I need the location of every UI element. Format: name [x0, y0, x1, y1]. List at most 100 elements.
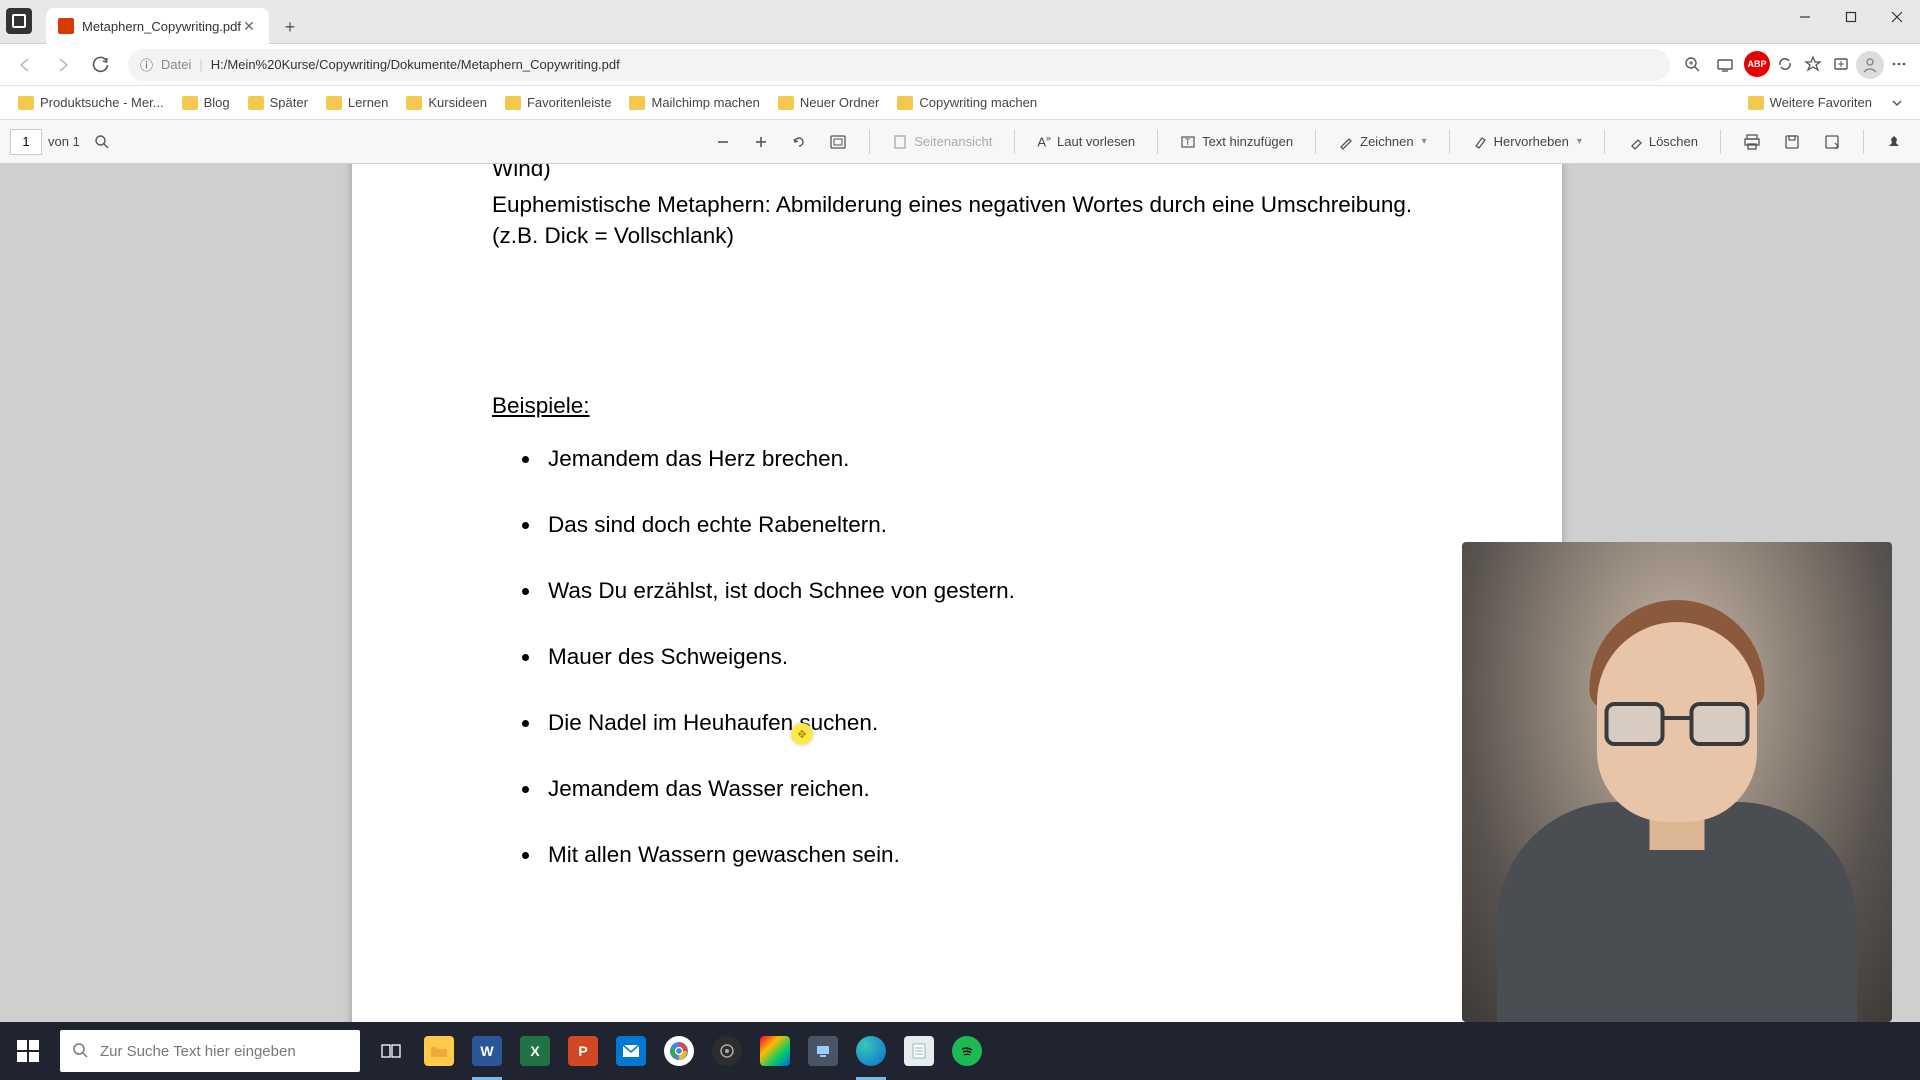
- tab-title: Metaphern_Copywriting.pdf: [82, 19, 241, 34]
- taskbar: Zur Suche Text hier eingeben W X P: [0, 1022, 1920, 1080]
- erase-button[interactable]: Löschen: [1619, 130, 1706, 154]
- task-view-button[interactable]: [368, 1022, 414, 1080]
- highlight-button[interactable]: Hervorheben ▾: [1464, 130, 1590, 154]
- powerpoint-button[interactable]: P: [560, 1022, 606, 1080]
- highlight-icon: [1472, 134, 1488, 150]
- bookmark-item[interactable]: Produktsuche - Mer...: [10, 91, 172, 114]
- excel-button[interactable]: X: [512, 1022, 558, 1080]
- bookmark-item[interactable]: Blog: [174, 91, 238, 114]
- arrow-left-icon: [16, 56, 34, 74]
- svg-text:T: T: [1185, 137, 1191, 147]
- notepad-icon: [911, 1042, 927, 1060]
- rotate-icon: [791, 134, 807, 150]
- screen-icon: [815, 1043, 831, 1059]
- zoom-out-button[interactable]: [707, 130, 739, 154]
- start-button[interactable]: [0, 1022, 56, 1080]
- maximize-icon: [1845, 11, 1857, 23]
- notepad-button[interactable]: [896, 1022, 942, 1080]
- edge-button[interactable]: [848, 1022, 894, 1080]
- pdf-page: Wind) Euphemistische Metaphern: Abmilder…: [352, 164, 1562, 1022]
- send-to-device-icon[interactable]: [1712, 52, 1738, 78]
- info-icon: ⓘ: [140, 55, 153, 74]
- file-explorer-button[interactable]: [416, 1022, 462, 1080]
- bookmark-item[interactable]: Lernen: [318, 91, 396, 114]
- fit-page-button[interactable]: [821, 130, 855, 154]
- address-field[interactable]: ⓘ Datei | H:/Mein%20Kurse/Copywriting/Do…: [128, 49, 1670, 81]
- obs-button[interactable]: [704, 1022, 750, 1080]
- folder-icon: [406, 96, 422, 110]
- collections-icon[interactable]: [1828, 51, 1854, 77]
- close-icon: [1891, 11, 1903, 23]
- taskbar-apps: W X P: [368, 1022, 990, 1080]
- bookmarks-overflow-icon[interactable]: [1884, 90, 1910, 116]
- pin-toolbar-button[interactable]: [1878, 130, 1910, 154]
- doc-paragraph: Euphemistische Metaphern: Abmilderung ei…: [492, 190, 1422, 251]
- mail-button[interactable]: [608, 1022, 654, 1080]
- bookmark-item[interactable]: Kursideen: [398, 91, 495, 114]
- bookmark-item[interactable]: Neuer Ordner: [770, 91, 887, 114]
- plus-icon: [753, 134, 769, 150]
- word-button[interactable]: W: [464, 1022, 510, 1080]
- bookmark-item[interactable]: Mailchimp machen: [621, 91, 767, 114]
- find-button[interactable]: [86, 130, 118, 154]
- search-icon: [94, 134, 110, 150]
- taskbar-search[interactable]: Zur Suche Text hier eingeben: [60, 1030, 360, 1072]
- pin-icon: [1886, 134, 1902, 150]
- chevron-down-icon: ▾: [1422, 136, 1427, 147]
- app-button-2[interactable]: [800, 1022, 846, 1080]
- bookmark-item[interactable]: Copywriting machen: [889, 91, 1045, 114]
- zoom-icon[interactable]: [1680, 52, 1706, 78]
- doc-bullet-list: Jemandem das Herz brechen. Das sind doch…: [542, 446, 1422, 868]
- more-menu-icon[interactable]: [1886, 51, 1912, 77]
- folder-icon: [629, 96, 645, 110]
- person-figure: [1507, 592, 1847, 1022]
- save-icon: [1783, 133, 1801, 151]
- app-button-1[interactable]: [752, 1022, 798, 1080]
- tab-strip: Metaphern_Copywriting.pdf ✕ +: [38, 0, 305, 44]
- close-window-button[interactable]: [1874, 0, 1920, 34]
- chrome-button[interactable]: [656, 1022, 702, 1080]
- browser-tab[interactable]: Metaphern_Copywriting.pdf ✕: [46, 8, 269, 44]
- abp-extension-icon[interactable]: ABP: [1744, 51, 1770, 77]
- forward-button[interactable]: [46, 48, 80, 82]
- read-aloud-button[interactable]: A» Laut vorlesen: [1029, 129, 1143, 153]
- folder-icon: [505, 96, 521, 110]
- list-item: Was Du erzählst, ist doch Schnee von ges…: [542, 578, 1422, 604]
- save-as-button[interactable]: [1815, 129, 1849, 155]
- list-item: Mit allen Wassern gewaschen sein.: [542, 842, 1422, 868]
- page-number-input[interactable]: [10, 129, 42, 155]
- minimize-button[interactable]: [1782, 0, 1828, 34]
- draw-button[interactable]: Zeichnen ▾: [1330, 130, 1435, 154]
- pdf-toolbar: von 1 Seitenansicht A» Laut vorlesen T T…: [0, 120, 1920, 164]
- more-favorites[interactable]: Weitere Favoriten: [1740, 91, 1880, 114]
- list-item: Die Nadel im Heuhaufen suchen.: [542, 710, 1422, 736]
- folder-icon: [18, 96, 34, 110]
- bookmark-item[interactable]: Später: [240, 91, 316, 114]
- search-icon: [72, 1042, 90, 1060]
- folder-icon: [897, 96, 913, 110]
- save-button[interactable]: [1775, 129, 1809, 155]
- task-view-icon: [380, 1040, 402, 1062]
- list-item: Mauer des Schweigens.: [542, 644, 1422, 670]
- print-button[interactable]: [1735, 129, 1769, 155]
- save-as-icon: [1823, 133, 1841, 151]
- zoom-in-button[interactable]: [745, 130, 777, 154]
- page-view-button[interactable]: Seitenansicht: [884, 130, 1000, 154]
- rotate-button[interactable]: [783, 130, 815, 154]
- doc-fragment: Wind): [492, 164, 1422, 184]
- spotify-button[interactable]: [944, 1022, 990, 1080]
- close-tab-icon[interactable]: ✕: [241, 18, 257, 34]
- back-button[interactable]: [8, 48, 42, 82]
- window-controls: [1782, 0, 1920, 34]
- bookmark-item[interactable]: Favoritenleiste: [497, 91, 620, 114]
- page-view-icon: [892, 134, 908, 150]
- refresh-button[interactable]: [84, 48, 118, 82]
- folder-icon: [430, 1044, 448, 1058]
- favorites-icon[interactable]: [1800, 51, 1826, 77]
- sync-icon[interactable]: [1772, 51, 1798, 77]
- profile-avatar[interactable]: [1856, 51, 1884, 79]
- add-text-button[interactable]: T Text hinzufügen: [1172, 130, 1301, 154]
- folder-icon: [248, 96, 264, 110]
- maximize-button[interactable]: [1828, 0, 1874, 34]
- new-tab-button[interactable]: +: [275, 12, 305, 42]
